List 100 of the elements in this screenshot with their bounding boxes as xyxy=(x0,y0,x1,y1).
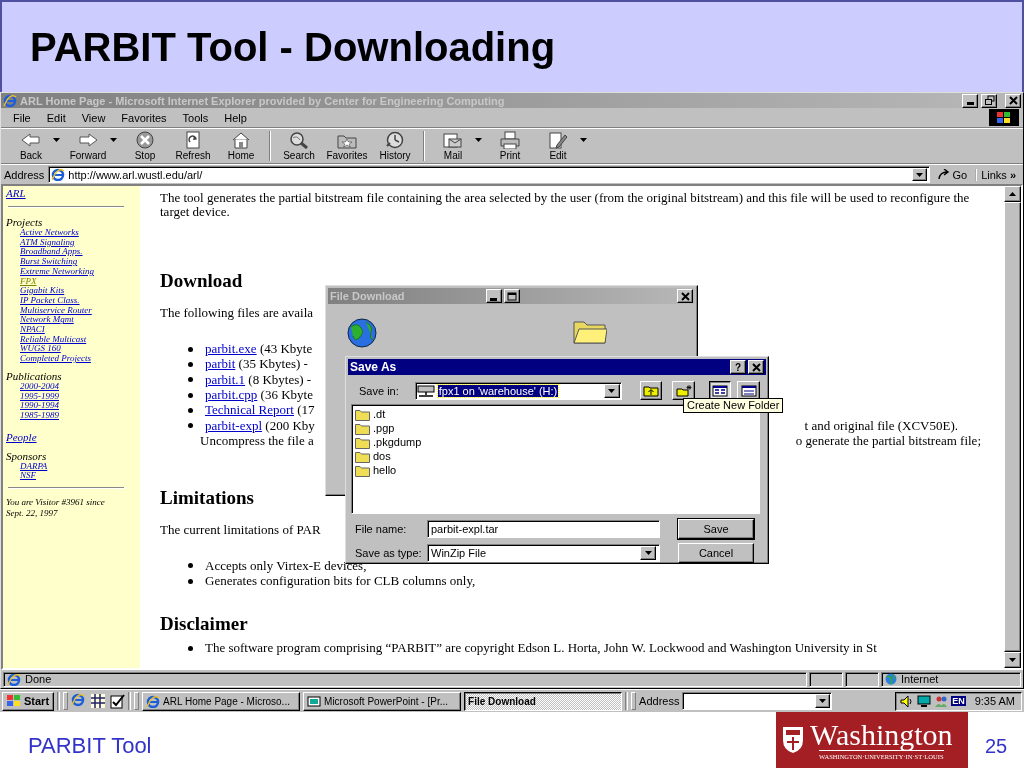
close-icon xyxy=(1007,95,1019,106)
sidebar-link[interactable]: Extreme Networking xyxy=(20,266,94,277)
dropdown-arrow-icon[interactable] xyxy=(915,172,923,177)
slide-title: PARBIT Tool - Downloading xyxy=(30,24,556,70)
details-view-icon xyxy=(740,384,757,397)
file-name-field[interactable]: parbit-expl.tar xyxy=(427,520,660,538)
status-pane xyxy=(845,671,879,687)
visitor-counter: You are Visitor #3961 since Sept. 22, 1997 xyxy=(6,497,106,520)
sidebar-link[interactable]: WUGS 160 xyxy=(20,344,61,355)
speaker-icon[interactable] xyxy=(900,694,915,708)
menu-item[interactable]: View xyxy=(73,111,114,124)
maximize-button[interactable] xyxy=(503,289,520,303)
address-field[interactable]: http://www.arl.wustl.edu/arl/ xyxy=(48,166,930,183)
sidebar-link[interactable]: 2000-2004 xyxy=(20,381,59,392)
dropdown-arrow-icon[interactable] xyxy=(608,388,616,393)
dropdown-arrow-icon[interactable] xyxy=(644,551,652,555)
sidebar-link[interactable]: FPX xyxy=(20,276,37,287)
dropdown-arrow-icon[interactable] xyxy=(819,699,827,703)
scrollbar-thumb[interactable] xyxy=(1004,202,1021,652)
file-type-dropdown[interactable]: WinZip File xyxy=(427,544,660,562)
list-bullet xyxy=(188,563,193,569)
menu-item[interactable]: Favorites xyxy=(113,111,175,124)
download-link[interactable]: parbit-expl xyxy=(205,417,263,433)
dropdown-arrow-icon[interactable] xyxy=(580,138,587,142)
close-button[interactable] xyxy=(677,289,693,303)
sidebar-link[interactable]: ATM Signaling xyxy=(20,237,75,248)
sidebar-link[interactable]: 1990-1994 xyxy=(20,401,59,411)
file-name[interactable]: .pgp xyxy=(373,422,395,435)
close-button[interactable] xyxy=(1005,93,1021,108)
folder-icon xyxy=(355,450,370,463)
sidebar-link[interactable]: DARPA xyxy=(20,461,48,472)
toolbar-button[interactable]: Forward xyxy=(64,130,112,162)
go-button[interactable]: Go xyxy=(933,168,972,181)
sidebar-link[interactable]: Network Mgmt xyxy=(20,315,74,326)
sidebar-link[interactable]: Active Networks xyxy=(20,228,79,238)
download-link[interactable]: parbit.cpp xyxy=(205,387,258,403)
download-link[interactable]: parbit xyxy=(205,356,236,372)
toolbar-button[interactable]: Search xyxy=(275,130,323,162)
address-label: Address xyxy=(639,695,680,707)
sidebar-heading: Publications xyxy=(6,369,62,382)
menu-item[interactable]: File xyxy=(5,111,39,124)
download-link[interactable]: Technical Report xyxy=(205,402,294,418)
sidebar-link[interactable]: Burst Switching xyxy=(20,257,78,267)
sidebar-link[interactable]: 1985-1989 xyxy=(20,410,59,421)
dropdown-arrow-icon[interactable] xyxy=(110,138,117,142)
dropdown-arrow-icon[interactable] xyxy=(53,138,60,142)
dropdown-arrow-icon[interactable] xyxy=(475,138,482,142)
start-button[interactable]: Start xyxy=(2,691,55,711)
minimize-button[interactable] xyxy=(485,289,502,303)
sidebar-link[interactable]: NSF xyxy=(20,471,36,482)
language-indicator[interactable]: EN xyxy=(951,696,966,706)
minimize-button[interactable] xyxy=(962,93,978,108)
toolbar-button[interactable]: History xyxy=(371,130,419,162)
sidebar-link[interactable]: Reliable Multicast xyxy=(20,334,87,345)
help-button[interactable]: ? xyxy=(730,360,746,374)
taskbar-button[interactable]: Microsoft PowerPoint - [Pr... xyxy=(303,691,462,711)
monitor-icon[interactable] xyxy=(917,694,932,708)
close-icon xyxy=(679,290,691,302)
toolbar-button[interactable]: Refresh xyxy=(169,130,217,162)
download-link[interactable]: parbit.1 xyxy=(205,371,246,387)
sidebar-link[interactable]: Multiservice Router xyxy=(20,305,92,316)
file-name[interactable]: dos xyxy=(373,450,391,463)
toolbar-button[interactable]: Print xyxy=(486,130,534,162)
download-link[interactable]: parbit.exe xyxy=(205,341,257,357)
file-name[interactable]: .pkgdump xyxy=(373,436,422,449)
sidebar-link[interactable]: ARL xyxy=(6,187,26,200)
menu-item[interactable]: Edit xyxy=(38,111,74,124)
taskbar-button[interactable]: File Download xyxy=(464,691,623,711)
sidebar-link[interactable]: Completed Projects xyxy=(20,354,91,364)
grid-icon[interactable] xyxy=(90,693,107,709)
sidebar-link[interactable]: Gigabit Kits xyxy=(20,286,65,296)
address-field[interactable] xyxy=(682,692,833,710)
toolbar-button[interactable]: Mail xyxy=(429,130,477,162)
sidebar-link[interactable]: IP Packet Class. xyxy=(20,295,80,306)
file-name[interactable]: hello xyxy=(373,464,397,477)
new-folder-button[interactable] xyxy=(672,381,695,400)
sidebar-link[interactable]: 1995-1999 xyxy=(20,391,59,402)
toolbar-button[interactable]: Favorites xyxy=(323,130,371,162)
toolbar-button[interactable]: Edit xyxy=(534,130,582,162)
links-button[interactable]: Links » xyxy=(975,168,1020,181)
globe-icon xyxy=(885,673,897,685)
scroll-down-button[interactable] xyxy=(1004,652,1021,668)
toolbar-button[interactable]: Stop xyxy=(121,130,169,162)
sidebar-link[interactable]: NPACI xyxy=(20,325,45,335)
cancel-button[interactable]: Cancel xyxy=(678,543,754,563)
menu-item[interactable]: Help xyxy=(216,111,255,124)
sidebar-link[interactable]: Broadband Apps. xyxy=(20,247,83,258)
sidebar-link[interactable]: People xyxy=(6,430,37,444)
checklist-icon[interactable] xyxy=(109,693,126,709)
taskbar-button[interactable]: ARL Home Page - Microso... xyxy=(142,691,301,711)
menu-item[interactable]: Tools xyxy=(174,111,217,124)
file-name[interactable]: .dt xyxy=(373,408,386,421)
scroll-up-button[interactable] xyxy=(1004,186,1021,202)
restore-button[interactable] xyxy=(981,93,997,108)
toolbar-button[interactable]: Home xyxy=(217,130,265,162)
close-button[interactable] xyxy=(748,360,764,374)
save-button[interactable]: Save xyxy=(678,519,754,539)
location-dropdown[interactable]: fpx1 on 'warehouse' (H:) xyxy=(414,381,622,400)
toolbar-button[interactable]: Back xyxy=(7,130,55,162)
up-folder-button[interactable] xyxy=(639,381,663,400)
